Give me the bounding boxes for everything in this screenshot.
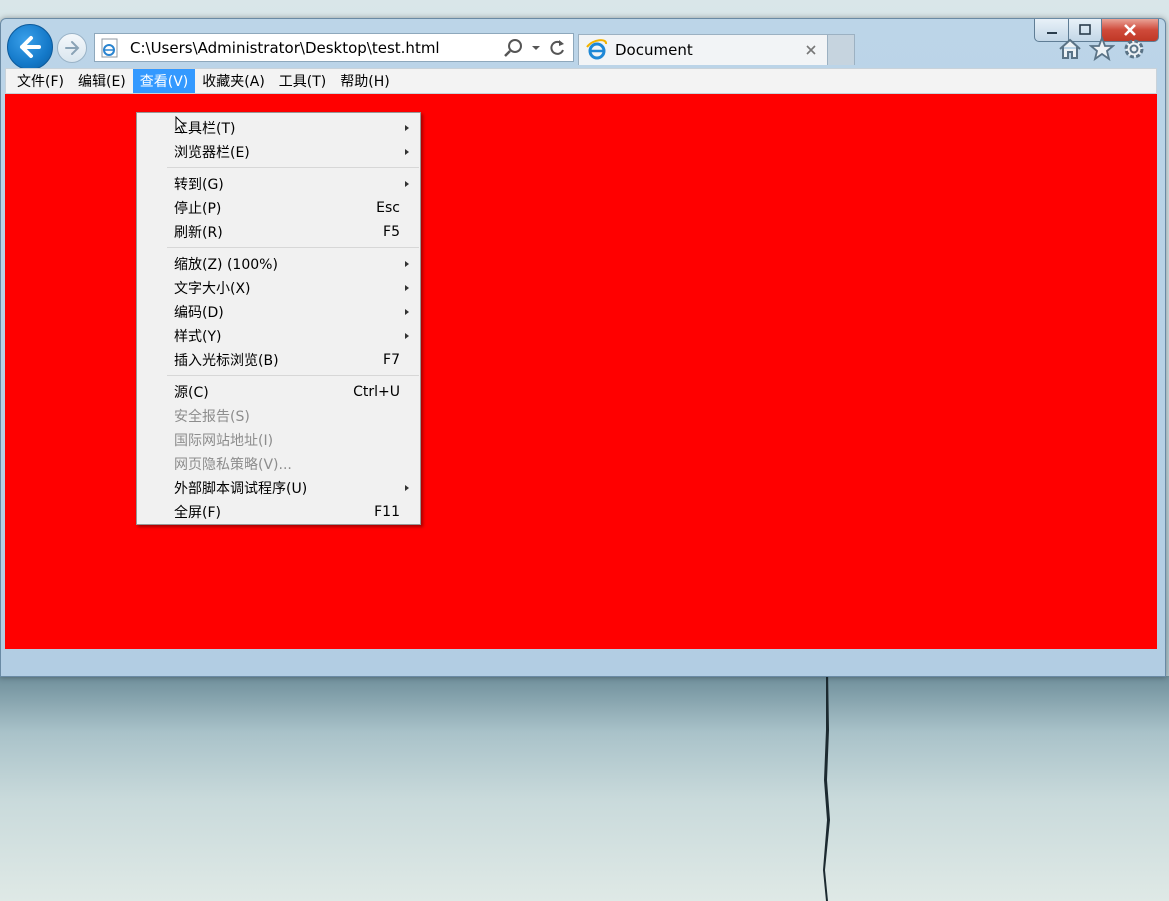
address-text[interactable]: C:\Users\Administrator\Desktop\test.html bbox=[130, 39, 503, 57]
menu-edit[interactable]: 编辑(E) bbox=[71, 69, 133, 93]
menu-item-label: 编码(D) bbox=[174, 305, 224, 321]
forward-button[interactable] bbox=[57, 33, 87, 63]
menu-item-shortcut: F5 bbox=[383, 224, 400, 240]
menu-item-label: 源(C) bbox=[174, 385, 209, 401]
menu-item-go-to[interactable]: 转到(G) bbox=[138, 172, 420, 196]
settings-gear-icon[interactable] bbox=[1121, 36, 1147, 62]
menu-separator bbox=[167, 167, 419, 168]
submenu-arrow-icon bbox=[405, 149, 409, 155]
menu-item-label: 转到(G) bbox=[174, 177, 224, 193]
ie-logo-icon bbox=[586, 39, 607, 60]
maximize-icon bbox=[1079, 24, 1091, 35]
menu-help[interactable]: 帮助(H) bbox=[333, 69, 396, 93]
address-tools bbox=[503, 38, 567, 58]
menu-item-zoom[interactable]: 缩放(Z) (100%) bbox=[138, 252, 420, 276]
submenu-arrow-icon bbox=[405, 181, 409, 187]
menu-item-encoding[interactable]: 编码(D) bbox=[138, 300, 420, 324]
menu-view[interactable]: 查看(V) bbox=[132, 69, 196, 93]
view-menu-dropdown: 工具栏(T) 浏览器栏(E) 转到(G) 停止(P) Esc 刷新(R) F5 … bbox=[136, 112, 421, 525]
close-icon bbox=[1124, 24, 1136, 36]
home-icon[interactable] bbox=[1057, 36, 1083, 62]
minimize-icon bbox=[1046, 32, 1057, 34]
menu-item-security-report: 安全报告(S) bbox=[138, 404, 420, 428]
menu-separator bbox=[167, 247, 419, 248]
menu-item-international-address: 国际网站地址(I) bbox=[138, 428, 420, 452]
favorites-star-icon[interactable] bbox=[1089, 36, 1115, 62]
menu-item-script-debugger[interactable]: 外部脚本调试程序(U) bbox=[138, 476, 420, 500]
menu-item-label: 停止(P) bbox=[174, 201, 222, 217]
menu-item-label: 国际网站地址(I) bbox=[174, 433, 274, 449]
submenu-arrow-icon bbox=[405, 261, 409, 267]
menu-item-label: 文字大小(X) bbox=[174, 281, 251, 297]
menu-item-label: 网页隐私策略(V)... bbox=[174, 457, 292, 473]
page-icon bbox=[101, 38, 118, 57]
menu-item-style[interactable]: 样式(Y) bbox=[138, 324, 420, 348]
submenu-arrow-icon bbox=[405, 309, 409, 315]
submenu-arrow-icon bbox=[405, 485, 409, 491]
menu-item-label: 刷新(R) bbox=[174, 225, 223, 241]
menu-item-label: 外部脚本调试程序(U) bbox=[174, 481, 308, 497]
menu-item-refresh[interactable]: 刷新(R) F5 bbox=[138, 220, 420, 244]
submenu-arrow-icon bbox=[405, 285, 409, 291]
menu-favorites[interactable]: 收藏夹(A) bbox=[195, 69, 272, 93]
menu-item-stop[interactable]: 停止(P) Esc bbox=[138, 196, 420, 220]
tab-title: Document bbox=[615, 41, 693, 59]
dropdown-arrow-icon[interactable] bbox=[531, 44, 541, 52]
menu-item-shortcut: Ctrl+U bbox=[353, 384, 400, 400]
submenu-arrow-icon bbox=[405, 333, 409, 339]
menu-item-shortcut: Esc bbox=[376, 200, 400, 216]
refresh-icon[interactable] bbox=[547, 38, 567, 58]
back-button[interactable] bbox=[7, 24, 53, 70]
menu-item-shortcut: F11 bbox=[374, 504, 400, 520]
mouse-cursor-icon bbox=[175, 116, 187, 134]
tab-document[interactable]: Document bbox=[578, 34, 828, 65]
menu-item-caret-browsing[interactable]: 插入光标浏览(B) F7 bbox=[138, 348, 420, 372]
desktop-water bbox=[0, 676, 1169, 901]
menu-item-label: 全屏(F) bbox=[174, 505, 221, 521]
new-tab-button[interactable] bbox=[828, 34, 855, 65]
menu-item-label: 插入光标浏览(B) bbox=[174, 353, 279, 369]
menu-item-privacy-policy: 网页隐私策略(V)... bbox=[138, 452, 420, 476]
close-icon[interactable] bbox=[803, 42, 819, 58]
back-arrow-icon bbox=[20, 36, 41, 58]
menu-separator bbox=[167, 375, 419, 376]
toolbar-icons bbox=[1057, 36, 1147, 62]
forward-arrow-icon bbox=[65, 41, 80, 55]
menu-item-text-size[interactable]: 文字大小(X) bbox=[138, 276, 420, 300]
menu-item-label: 样式(Y) bbox=[174, 329, 222, 345]
menu-bar: 文件(F) 编辑(E) 查看(V) 收藏夹(A) 工具(T) 帮助(H) bbox=[5, 68, 1157, 94]
submenu-arrow-icon bbox=[405, 125, 409, 131]
menu-item-explorer-bars[interactable]: 浏览器栏(E) bbox=[138, 140, 420, 164]
address-bar[interactable]: C:\Users\Administrator\Desktop\test.html bbox=[94, 33, 574, 62]
menu-item-label: 缩放(Z) (100%) bbox=[174, 257, 278, 273]
menu-item-shortcut: F7 bbox=[383, 352, 400, 368]
search-icon[interactable] bbox=[503, 38, 525, 58]
menu-item-full-screen[interactable]: 全屏(F) F11 bbox=[138, 500, 420, 524]
menu-item-label: 浏览器栏(E) bbox=[174, 145, 250, 161]
menu-file[interactable]: 文件(F) bbox=[10, 69, 71, 93]
menu-item-source[interactable]: 源(C) Ctrl+U bbox=[138, 380, 420, 404]
menu-tools[interactable]: 工具(T) bbox=[272, 69, 333, 93]
desktop-pole bbox=[823, 670, 830, 901]
menu-item-label: 安全报告(S) bbox=[174, 409, 250, 425]
